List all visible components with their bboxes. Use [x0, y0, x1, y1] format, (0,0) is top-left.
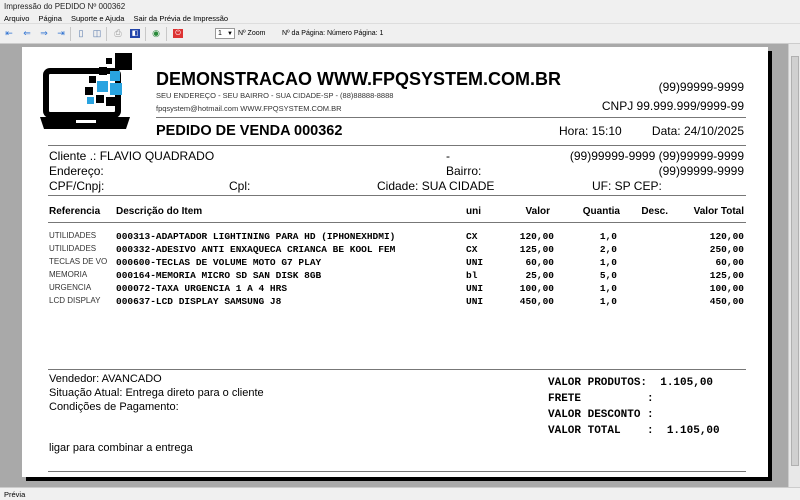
row-unit: bl	[466, 270, 478, 281]
order-title: PEDIDO DE VENDA 000362	[156, 123, 343, 139]
row-desc: 000072-TAXA URGENCIA 1 A 4 HRS	[116, 283, 288, 294]
client-bairro: Bairro:	[446, 164, 482, 178]
first-page-icon[interactable]: ⇤	[4, 29, 14, 38]
email-icon[interactable]: ◉	[151, 29, 161, 38]
row-qty: 1,0	[599, 296, 617, 307]
row-qty: 1,0	[599, 231, 617, 242]
menu-bar: Arquivo Página Suporte e Ajuda Sair da P…	[0, 13, 800, 24]
row-ref: UTILIDADES	[49, 244, 97, 253]
row-ref: MEMORIA	[49, 270, 88, 279]
header-qty: Quantia	[582, 206, 620, 217]
row-qty: 1,0	[599, 283, 617, 294]
chevron-down-icon: ▼	[227, 31, 233, 37]
total-value: VALOR TOTAL : 1.105,00	[548, 425, 720, 437]
row-desc: 000637-LCD DISPLAY SAMSUNG J8	[116, 296, 282, 307]
total-products: VALOR PRODUTOS: 1.105,00	[548, 377, 714, 389]
row-desc: 000164-MEMORIA MICRO SD SAN DISK 8GB	[116, 270, 322, 281]
order-note: ligar para combinar a entrega	[49, 442, 193, 454]
row-price: 450,00	[519, 296, 554, 307]
zoom-value: 1	[218, 30, 222, 37]
client-phones: (99)99999-9999 (99)99999-9999	[569, 149, 744, 163]
company-name: DEMONSTRACAO WWW.FPQSYSTEM.COM.BR	[156, 69, 561, 89]
laptop-logo-icon	[40, 53, 132, 129]
toolbar: ⇤ ⇐ ⇒ ⇥ ▯ ◫ ⎙ ◧ ◉ ⏻ 1 ▼ Nº Zoom Nº da Pág…	[0, 24, 800, 44]
order-date: Data: 24/10/2025	[651, 124, 744, 138]
client-uf: UF: SP CEP:	[592, 179, 662, 193]
situation: Situação Atual: Entrega direto para o cl…	[49, 387, 264, 399]
row-desc: 000313-ADAPTADOR LIGHTINING PARA HD (IPH…	[116, 231, 396, 242]
header-ref: Referencia	[49, 206, 101, 217]
client-name: Cliente .: FLAVIO QUADRADO	[49, 149, 215, 163]
zoom-select[interactable]: 1 ▼	[215, 28, 235, 39]
row-qty: 2,0	[599, 244, 617, 255]
header-desc: Descrição do Item	[116, 206, 203, 217]
status-bar: Prévia	[0, 487, 800, 500]
row-qty: 1,0	[599, 257, 617, 268]
prev-page-icon[interactable]: ⇐	[22, 29, 32, 38]
client-phone2: (99)99999-9999	[658, 164, 744, 178]
seller: Vendedor: AVANCADO	[49, 373, 162, 385]
client-address: Endereço:	[49, 164, 104, 178]
row-ref: URGENCIA	[49, 283, 92, 292]
export-icon[interactable]: ◧	[130, 29, 140, 38]
row-ref: TECLAS DE VO	[49, 257, 108, 266]
row-total: 250,00	[709, 244, 744, 255]
print-icon[interactable]: ⎙	[113, 29, 123, 38]
payment-conditions: Condições de Pagamento:	[49, 401, 179, 413]
row-unit: UNI	[466, 283, 484, 294]
menu-arquivo[interactable]: Arquivo	[4, 14, 29, 23]
menu-pagina[interactable]: Página	[39, 14, 62, 23]
close-preview-icon[interactable]: ⏻	[173, 29, 183, 38]
client-cpf: CPF/Cnpj:	[49, 179, 105, 193]
scroll-thumb[interactable]	[791, 56, 799, 466]
company-contact: fpqsystem@hotmail.com WWW.FPQSYSTEM.COM.…	[156, 104, 342, 113]
company-phone: (99)99999-9999	[658, 80, 744, 94]
row-price: 60,00	[525, 257, 554, 268]
company-cnpj: CNPJ 99.999.999/9999-99	[601, 99, 744, 113]
header-valor: Valor	[525, 206, 550, 217]
client-dash: -	[446, 149, 450, 163]
menu-sair[interactable]: Sair da Prévia de Impressão	[133, 14, 228, 23]
total-freight: FRETE :	[548, 393, 654, 405]
client-city: Cidade: SUA CIDADE	[377, 179, 495, 193]
window-title: Impressão do PEDIDO Nº 000362	[0, 0, 800, 13]
next-page-icon[interactable]: ⇒	[39, 29, 49, 38]
row-desc: 000600-TECLAS DE VOLUME MOTO G7 PLAY	[116, 257, 322, 268]
row-total: 60,00	[715, 257, 744, 268]
row-total: 120,00	[709, 231, 744, 242]
two-pages-icon[interactable]: ◫	[92, 29, 102, 38]
row-price: 100,00	[519, 283, 554, 294]
row-unit: UNI	[466, 296, 484, 307]
row-total: 100,00	[709, 283, 744, 294]
row-price: 120,00	[519, 231, 554, 242]
row-price: 125,00	[519, 244, 554, 255]
zoom-label: Nº Zoom	[238, 30, 266, 37]
row-qty: 5,0	[599, 270, 617, 281]
last-page-icon[interactable]: ⇥	[56, 29, 66, 38]
menu-suporte[interactable]: Suporte e Ajuda	[71, 14, 124, 23]
row-total: 125,00	[709, 270, 744, 281]
row-ref: LCD DISPLAY	[49, 296, 101, 305]
vertical-scrollbar[interactable]	[788, 44, 800, 487]
row-unit: UNI	[466, 257, 484, 268]
header-total: Valor Total	[693, 206, 744, 217]
single-page-icon[interactable]: ▯	[76, 29, 86, 38]
page-number-label: Nº da Página: Número Página: 1	[282, 30, 384, 37]
header-desc-discount: Desc.	[641, 206, 668, 217]
row-unit: CX	[466, 244, 478, 255]
row-desc: 000332-ADESIVO ANTI ENXAQUECA CRIANCA BE…	[116, 244, 396, 255]
total-discount: VALOR DESCONTO :	[548, 409, 654, 421]
client-cpl: Cpl:	[229, 179, 251, 193]
order-time: Hora: 15:10	[559, 124, 622, 138]
row-unit: CX	[466, 231, 478, 242]
row-price: 25,00	[525, 270, 554, 281]
header-uni: uni	[466, 206, 481, 217]
company-address: SEU ENDEREÇO - SEU BAIRRO - SUA CIDADE-S…	[156, 91, 394, 100]
row-total: 450,00	[709, 296, 744, 307]
row-ref: UTILIDADES	[49, 231, 97, 240]
report-page: DEMONSTRACAO WWW.FPQSYSTEM.COM.BR SEU EN…	[22, 47, 768, 477]
